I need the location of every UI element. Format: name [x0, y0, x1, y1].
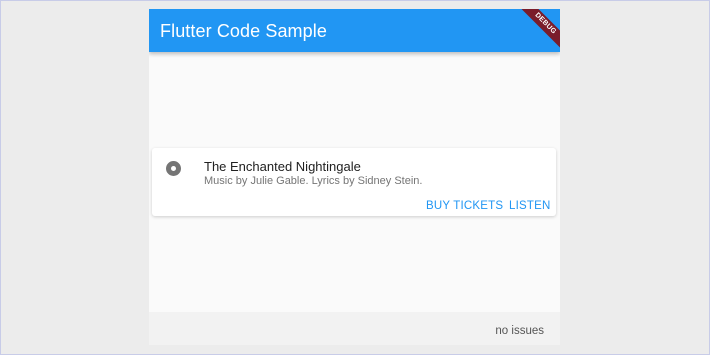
- radio-button-icon[interactable]: [166, 161, 181, 176]
- status-footer: no issues: [149, 312, 560, 345]
- debug-banner-container: DEBUG: [510, 9, 560, 59]
- listen-button[interactable]: LISTEN: [509, 200, 550, 212]
- app-bar-title: Flutter Code Sample: [160, 21, 327, 41]
- app-window: Flutter Code Sample DEBUG The Enchanted …: [149, 9, 560, 345]
- status-text: no issues: [495, 325, 544, 337]
- list-tile-card: The Enchanted Nightingale Music by Julie…: [152, 148, 556, 216]
- debug-banner: DEBUG: [516, 9, 560, 53]
- radio-button-dot: [171, 166, 176, 171]
- card-title: The Enchanted Nightingale: [204, 159, 361, 174]
- buy-tickets-button[interactable]: BUY TICKETS: [426, 200, 503, 212]
- card-subtitle: Music by Julie Gable. Lyrics by Sidney S…: [204, 175, 423, 187]
- app-bar: Flutter Code Sample DEBUG: [149, 9, 560, 53]
